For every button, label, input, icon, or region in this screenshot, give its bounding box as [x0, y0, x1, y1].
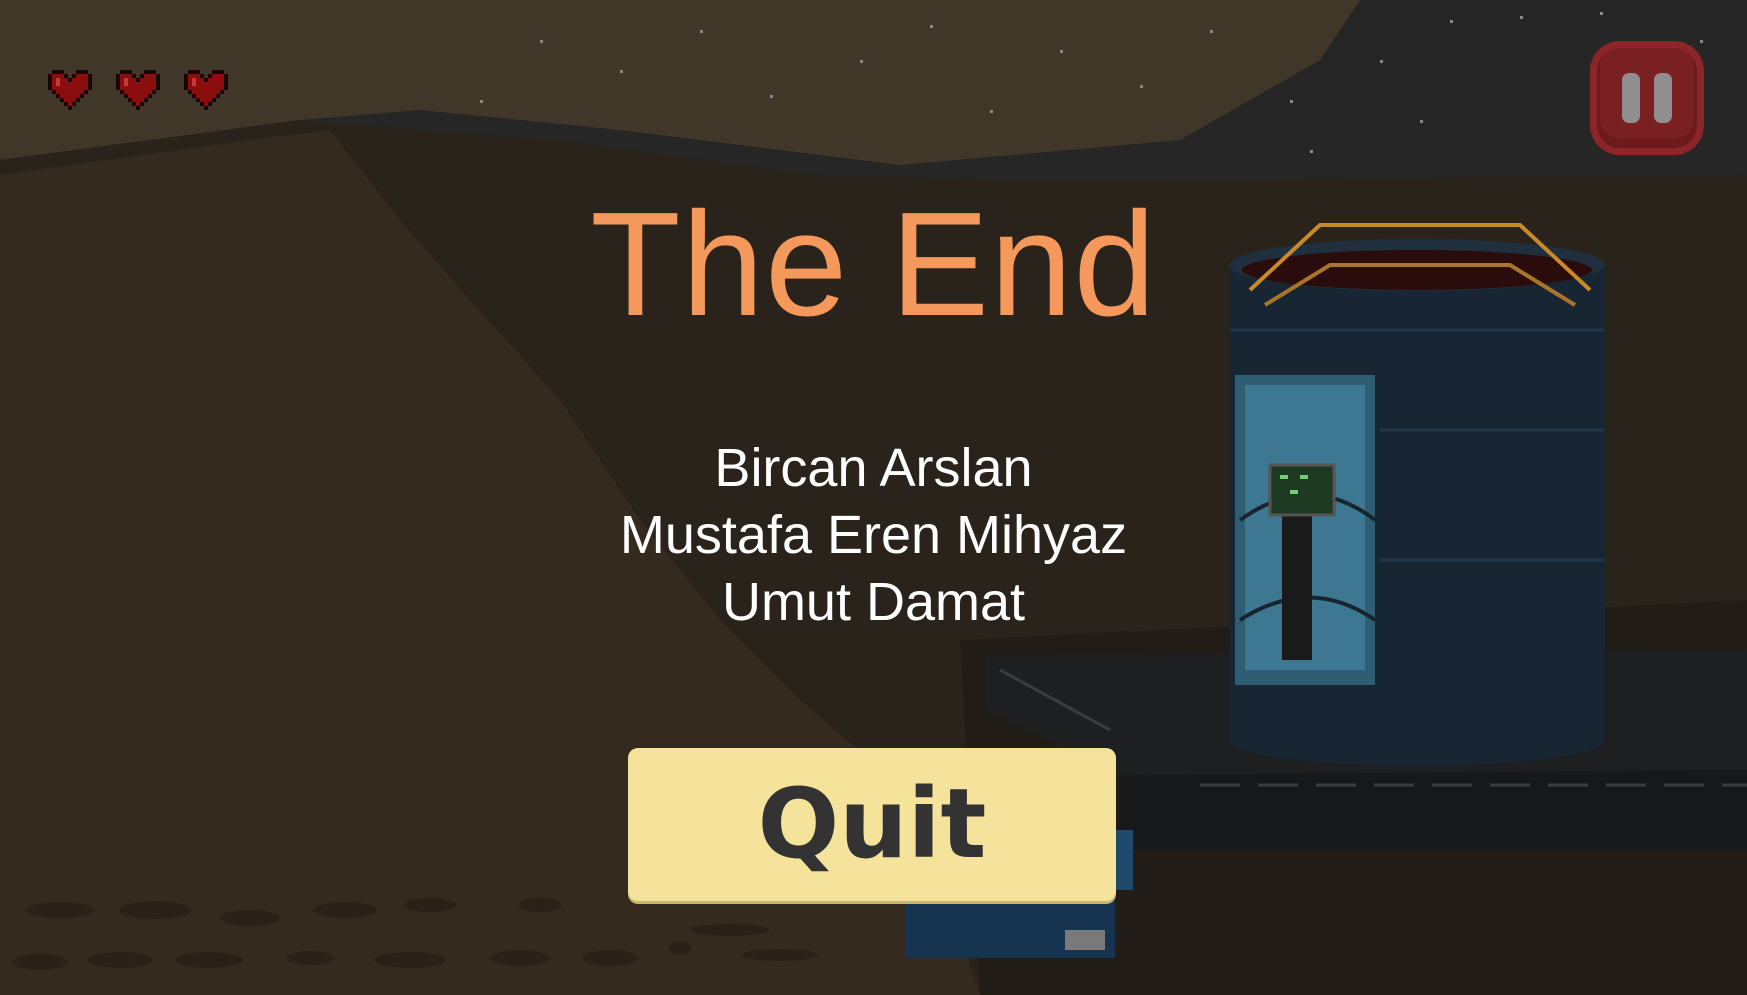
credits-list: Bircan Arslan Mustafa Eren Mihyaz Umut D…: [0, 435, 1747, 636]
lives-display: [48, 68, 232, 116]
game-viewport: The End Bircan Arslan Mustafa Eren Mihya…: [0, 0, 1747, 995]
credit-name: Mustafa Eren Mihyaz: [619, 505, 1128, 565]
pause-icon-bar: [1654, 73, 1672, 123]
end-title: The End: [590, 182, 1157, 347]
credit-name: Umut Damat: [721, 572, 1026, 632]
quit-button[interactable]: Quit: [628, 748, 1116, 901]
pause-icon: [1622, 73, 1640, 123]
heart-icon: [184, 68, 232, 116]
heart-icon: [48, 68, 96, 116]
credit-name: Bircan Arslan: [714, 438, 1033, 498]
heart-icon: [116, 68, 164, 116]
pause-button[interactable]: [1590, 41, 1704, 155]
